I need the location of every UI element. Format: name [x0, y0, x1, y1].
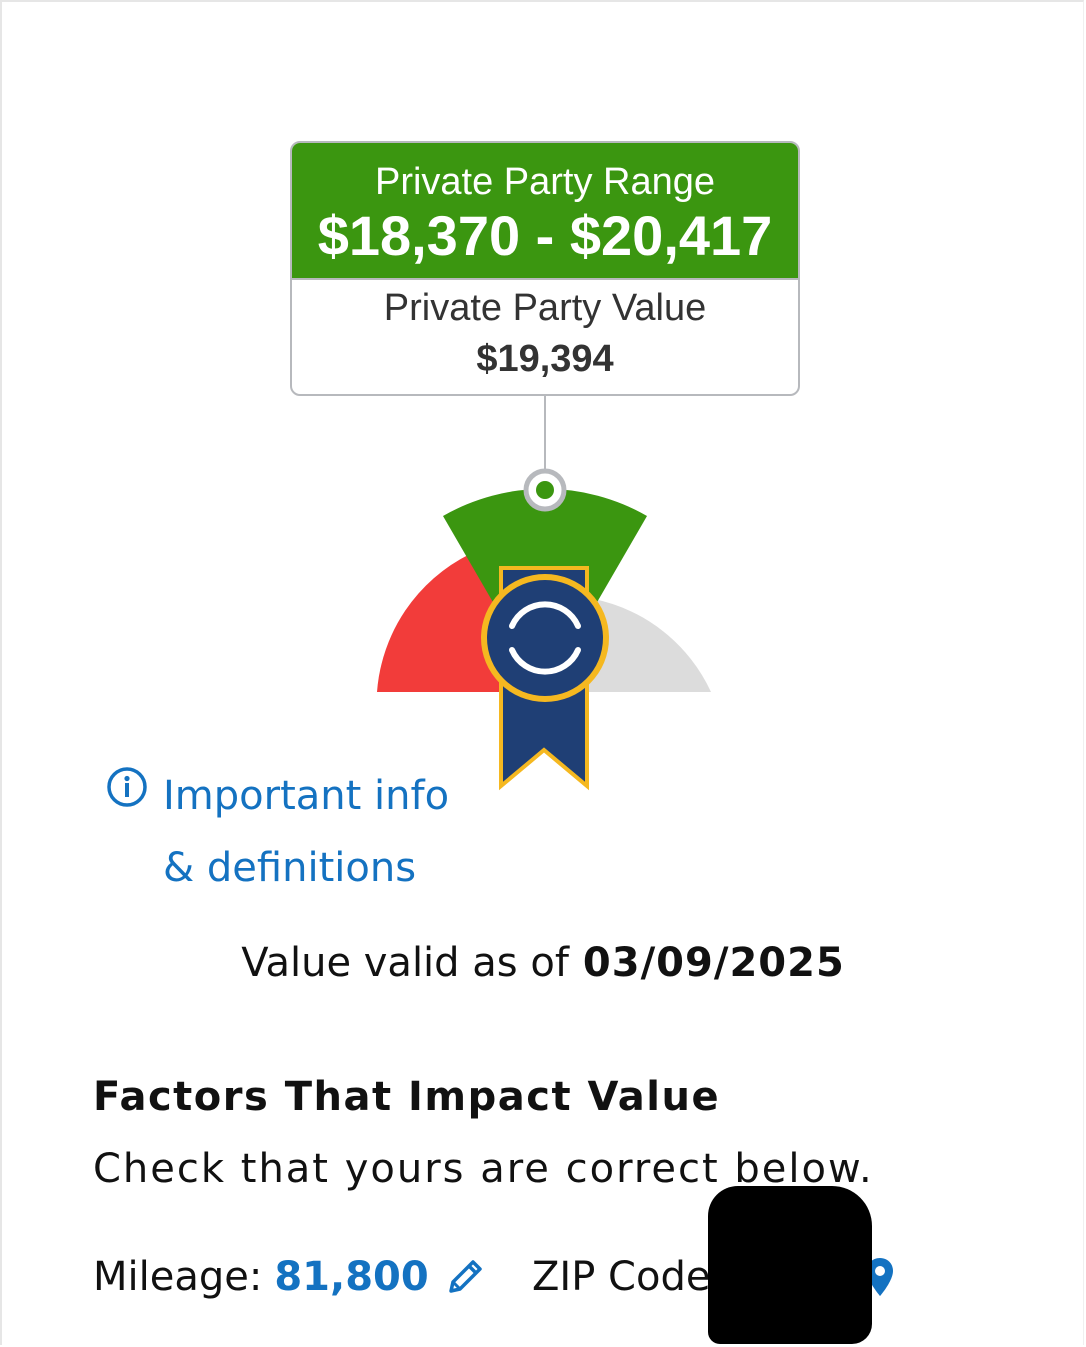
important-info-text[interactable]: Important info — [163, 773, 449, 819]
range-value: $18,370 - $20,417 — [317, 204, 773, 267]
validity-date: 03/09/2025 — [582, 940, 845, 986]
value-section: Private Party Value $19,394 — [292, 280, 798, 382]
kbb-award-badge-icon — [481, 566, 609, 791]
redaction-mark — [708, 1186, 872, 1344]
value-amount: $19,394 — [476, 338, 614, 380]
range-section: Private Party Range $18,370 - $20,417 — [292, 143, 798, 280]
info-circle-icon[interactable] — [105, 765, 149, 809]
validity-label: Value valid as of — [241, 940, 569, 986]
mileage-label: Mileage: — [93, 1254, 263, 1300]
gauge-needle-dot — [536, 481, 554, 499]
factors-title: Factors That Impact Value — [93, 1074, 721, 1120]
value-label: Private Party Value — [383, 287, 707, 329]
value-gauge — [360, 394, 730, 794]
pencil-edit-icon[interactable] — [443, 1255, 487, 1299]
definitions-text[interactable]: & definitions — [163, 845, 416, 891]
mileage-field: Mileage: 81,800 — [93, 1254, 487, 1300]
value-validity: Value valid as of 03/09/2025 — [0, 940, 1086, 986]
mileage-value[interactable]: 81,800 — [274, 1254, 428, 1300]
zip-code-label: ZIP Code: — [532, 1254, 724, 1300]
gauge-graphic — [377, 396, 711, 791]
range-label: Private Party Range — [374, 161, 716, 203]
valuation-card: Private Party Range $18,370 - $20,417 Pr… — [290, 141, 800, 396]
